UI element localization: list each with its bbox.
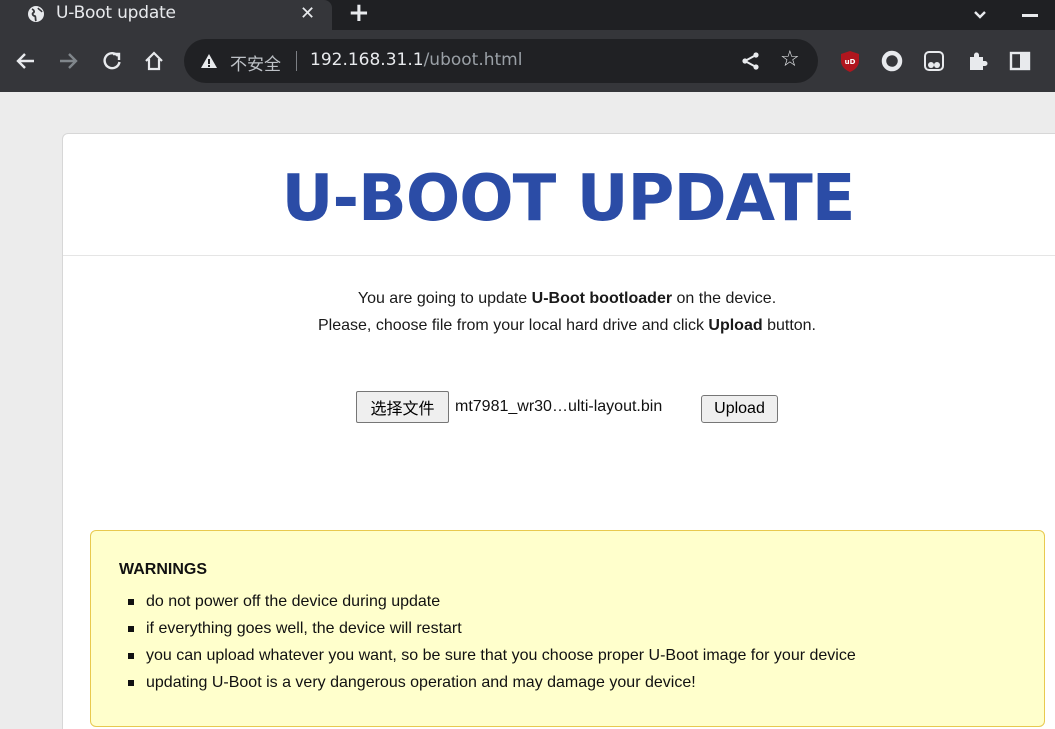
tab-search-chevron-icon[interactable]: [970, 5, 990, 25]
forward-button[interactable]: [56, 49, 80, 73]
update-card: U-BOOT UPDATE You are going to update U-…: [62, 133, 1055, 729]
minimize-window-button[interactable]: [1022, 14, 1038, 17]
security-label[interactable]: 不安全: [230, 50, 281, 75]
bullet-icon: [128, 653, 134, 659]
side-panel-icon[interactable]: [1008, 49, 1032, 73]
page-title: U-BOOT UPDATE: [281, 162, 856, 236]
bullet-icon: [128, 599, 134, 605]
warnings-title: WARNINGS: [119, 561, 207, 578]
bullet-icon: [128, 680, 134, 686]
globe-icon: [28, 6, 44, 22]
browser-toolbar: 不安全 192.168.31.1/uboot.html ☆ uD: [0, 30, 1055, 92]
card-header: U-BOOT UPDATE: [63, 134, 1055, 256]
intro-line-2-start: Please, choose file from your local hard…: [318, 317, 709, 334]
reload-icon: [103, 51, 121, 70]
intro-upload-bold: Upload: [708, 317, 763, 334]
warning-item: do not power off the device during updat…: [119, 588, 856, 615]
warning-item: updating U-Boot is a very dangerous oper…: [119, 669, 856, 696]
forward-arrow-icon: [60, 53, 78, 69]
warning-text: you can upload whatever you want, so be …: [146, 647, 856, 664]
intro-line-1: You are going to update U-Boot bootloade…: [63, 285, 1055, 312]
url-path: /uboot.html: [423, 50, 523, 70]
intro-line-2: Please, choose file from your local hard…: [63, 312, 1055, 339]
reload-button[interactable]: [100, 49, 124, 73]
new-tab-button[interactable]: +: [348, 0, 370, 28]
tab-close-icon[interactable]: ✕: [300, 3, 315, 24]
warning-item: if everything goes well, the device will…: [119, 615, 856, 642]
intro-line-1-start: You are going to update: [357, 290, 532, 307]
warning-text: do not power off the device during updat…: [146, 593, 441, 610]
warning-text: if everything goes well, the device will…: [146, 620, 462, 637]
warnings-box: WARNINGS do not power off the device dur…: [90, 530, 1045, 727]
back-arrow-icon: [16, 53, 34, 69]
choose-file-button[interactable]: 选择文件: [356, 391, 449, 423]
home-icon: [145, 51, 163, 71]
tab-title: U-Boot update: [56, 3, 176, 23]
file-upload-form: 选择文件 mt7981_wr30…ulti-layout.bin Upload: [63, 390, 1055, 424]
ublock-origin-icon[interactable]: uD: [838, 49, 862, 73]
puzzle-extensions-icon[interactable]: [966, 49, 990, 73]
bookmark-star-icon[interactable]: ☆: [780, 47, 800, 72]
intro-bootloader-bold: U-Boot bootloader: [531, 290, 673, 307]
home-button[interactable]: [142, 49, 166, 73]
selected-file-name: mt7981_wr30…ulti-layout.bin: [455, 398, 663, 415]
back-button[interactable]: [14, 49, 38, 73]
address-bar[interactable]: 不安全 192.168.31.1/uboot.html ☆: [184, 39, 818, 83]
omnibox-divider: [296, 51, 297, 71]
browser-tab[interactable]: U-Boot update ✕: [0, 0, 332, 30]
share-icon[interactable]: [740, 50, 762, 72]
url-text[interactable]: 192.168.31.1/uboot.html: [310, 50, 522, 70]
warning-item: you can upload whatever you want, so be …: [119, 642, 856, 669]
svg-text:uD: uD: [845, 58, 856, 66]
bullet-icon: [128, 626, 134, 632]
intro-line-2-end: button.: [762, 317, 816, 334]
intro-line-1-end: on the device.: [672, 290, 777, 307]
warning-text: updating U-Boot is a very dangerous oper…: [146, 674, 696, 691]
upload-button[interactable]: Upload: [701, 395, 778, 423]
url-host: 192.168.31.1: [310, 50, 424, 70]
circle-extension-icon[interactable]: [880, 49, 904, 73]
tampermonkey-icon[interactable]: [922, 49, 946, 73]
intro-text: You are going to update U-Boot bootloade…: [63, 285, 1055, 339]
tab-bar: U-Boot update ✕ +: [0, 0, 1055, 30]
warnings-list: do not power off the device during updat…: [119, 588, 856, 696]
warning-triangle-icon[interactable]: [200, 53, 218, 69]
